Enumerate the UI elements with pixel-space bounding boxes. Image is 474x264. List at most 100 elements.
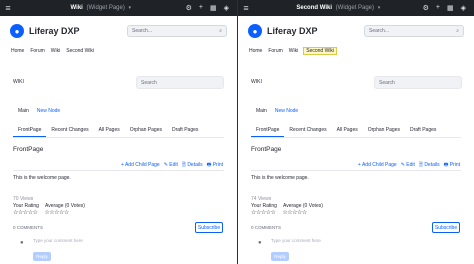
edit-link[interactable]: ✎ Edit: [401, 162, 415, 170]
node-main[interactable]: Main: [256, 108, 267, 114]
site-navigation: Home Forum Wiki Second Wiki: [0, 46, 237, 56]
page-title: Wiki: [70, 5, 83, 11]
page-type-label: (Widget Page): [86, 5, 125, 11]
nav-item-forum[interactable]: Forum: [267, 47, 283, 55]
tab-recent-changes[interactable]: Recent Changes: [46, 126, 93, 137]
menu-icon[interactable]: ≡: [0, 3, 16, 13]
wiki-search-input[interactable]: Search: [374, 76, 462, 89]
nav-item-forum[interactable]: Forum: [29, 47, 45, 55]
reply-button[interactable]: Reply: [33, 252, 51, 261]
divider: [251, 170, 461, 171]
wiki-page-content: This is the welcome page.: [251, 175, 309, 181]
control-menu-icons: ⚙ + ▦ ◈: [186, 4, 237, 12]
tab-recent-changes[interactable]: Recent Changes: [284, 126, 331, 137]
add-child-page-link[interactable]: + Add Child Page: [121, 162, 160, 170]
nav-item-wiki[interactable]: Wiki: [50, 47, 61, 55]
average-rating-stars: ☆☆☆☆☆: [44, 210, 69, 216]
tab-draft-pages[interactable]: Draft Pages: [405, 126, 441, 137]
site-name[interactable]: Liferay DXP: [267, 26, 364, 36]
user-avatar-icon: ●: [20, 240, 24, 246]
edit-link[interactable]: ✎ Edit: [164, 162, 178, 170]
rating-stars: ☆☆☆☆☆ ☆☆☆☆☆: [251, 209, 307, 216]
wiki-page-heading: FrontPage: [13, 146, 44, 153]
plus-icon[interactable]: +: [199, 4, 203, 12]
nav-item-home[interactable]: Home: [10, 47, 25, 55]
search-icon[interactable]: ⌕: [219, 28, 222, 34]
nav-item-home[interactable]: Home: [248, 47, 263, 55]
wiki-search-input[interactable]: Search: [136, 76, 224, 89]
liferay-logo-icon[interactable]: ●: [248, 24, 262, 38]
menu-icon[interactable]: ≡: [238, 3, 254, 13]
nav-item-wiki[interactable]: Wiki: [288, 47, 299, 55]
split-view: ≡ Wiki (Widget Page) ▾ ⚙ + ▦ ◈ ● Liferay…: [0, 0, 474, 264]
wiki-search-placeholder: Search: [379, 79, 395, 86]
compass-icon[interactable]: ◈: [224, 4, 229, 12]
settings-icon[interactable]: ⚙: [186, 4, 192, 12]
page-actions: + Add Child Page ✎ Edit 🗎 Details 🖶 Prin…: [121, 162, 223, 170]
add-child-page-link[interactable]: + Add Child Page: [358, 162, 397, 170]
site-navigation: Home Forum Wiki Second Wiki: [238, 46, 474, 56]
portlet-title: WIKI: [13, 79, 24, 85]
tab-frontpage[interactable]: FrontPage: [13, 126, 47, 137]
page-title-bar: Wiki (Widget Page) ▾: [16, 5, 186, 11]
portlet-title: WIKI: [251, 79, 262, 85]
page-type-label: (Widget Page): [335, 5, 375, 11]
grid-icon[interactable]: ▦: [210, 4, 217, 12]
divider: [13, 170, 224, 171]
your-rating-stars[interactable]: ☆☆☆☆☆: [251, 209, 276, 216]
details-link[interactable]: 🗎 Details: [182, 162, 203, 170]
site-search-input[interactable]: Search... ⌕: [127, 25, 227, 37]
details-link[interactable]: 🗎 Details: [419, 162, 440, 170]
wiki-node-navbar: Main New Node: [18, 108, 60, 114]
control-menu: ≡ Second Wiki (Widget Page) ▾ ⚙ + ▦ ◈: [238, 0, 474, 16]
grid-icon[interactable]: ▦: [447, 4, 454, 12]
average-rating-stars: ☆☆☆☆☆: [282, 210, 307, 216]
liferay-logo-icon[interactable]: ●: [10, 24, 24, 38]
new-node-link[interactable]: New Node: [275, 108, 298, 114]
right-browser-pane: ≡ Second Wiki (Widget Page) ▾ ⚙ + ▦ ◈ ● …: [237, 0, 474, 264]
plus-icon[interactable]: +: [436, 4, 440, 12]
tab-orphan-pages[interactable]: Orphan Pages: [125, 126, 167, 137]
site-name[interactable]: Liferay DXP: [29, 26, 127, 36]
rating-stars: ☆☆☆☆☆ ☆☆☆☆☆: [13, 209, 69, 216]
view-count: 70 Views: [13, 196, 34, 202]
tab-all-pages[interactable]: All Pages: [332, 126, 363, 137]
user-avatar-icon: ●: [258, 240, 262, 246]
search-placeholder: Search...: [132, 28, 153, 34]
wiki-search-placeholder: Search: [141, 79, 157, 86]
wiki-page-heading: FrontPage: [251, 146, 282, 153]
page-title: Second Wiki: [296, 5, 332, 11]
subscribe-button[interactable]: Subscribe: [195, 222, 223, 233]
search-icon[interactable]: ⌕: [456, 28, 459, 34]
nav-item-second-wiki[interactable]: Second Wiki: [65, 47, 95, 55]
compass-icon[interactable]: ◈: [461, 4, 466, 12]
node-main[interactable]: Main: [18, 108, 29, 114]
left-browser-pane: ≡ Wiki (Widget Page) ▾ ⚙ + ▦ ◈ ● Liferay…: [0, 0, 237, 264]
settings-icon[interactable]: ⚙: [423, 4, 429, 12]
comment-input[interactable]: Type your comment here: [33, 238, 83, 243]
tab-orphan-pages[interactable]: Orphan Pages: [363, 126, 405, 137]
control-menu: ≡ Wiki (Widget Page) ▾ ⚙ + ▦ ◈: [0, 0, 237, 16]
page-title-bar: Second Wiki (Widget Page) ▾: [254, 5, 423, 11]
new-node-link[interactable]: New Node: [37, 108, 60, 114]
wiki-node-navbar: Main New Node: [256, 108, 298, 114]
control-menu-icons: ⚙ + ▦ ◈: [423, 4, 474, 12]
search-placeholder: Search...: [369, 28, 390, 34]
chevron-down-icon[interactable]: ▾: [129, 5, 132, 11]
tab-frontpage[interactable]: FrontPage: [251, 126, 285, 137]
tab-all-pages[interactable]: All Pages: [94, 126, 125, 137]
comments-count: 0 COMMENTS: [13, 225, 44, 230]
site-header: ● Liferay DXP Search... ⌕: [238, 16, 474, 46]
reply-button[interactable]: Reply: [271, 252, 289, 261]
subscribe-button[interactable]: Subscribe: [432, 222, 460, 233]
chevron-down-icon[interactable]: ▾: [378, 5, 381, 11]
print-link[interactable]: 🖶 Print: [207, 162, 223, 170]
site-search-input[interactable]: Search... ⌕: [364, 25, 464, 37]
tab-draft-pages[interactable]: Draft Pages: [167, 126, 203, 137]
comment-input[interactable]: Type your comment here: [271, 238, 321, 243]
your-rating-stars[interactable]: ☆☆☆☆☆: [13, 209, 38, 216]
nav-item-second-wiki[interactable]: Second Wiki: [303, 47, 338, 55]
print-link[interactable]: 🖶 Print: [444, 162, 460, 170]
wiki-page-content: This is the welcome page.: [13, 175, 71, 181]
view-count: 74 Views: [251, 196, 272, 202]
